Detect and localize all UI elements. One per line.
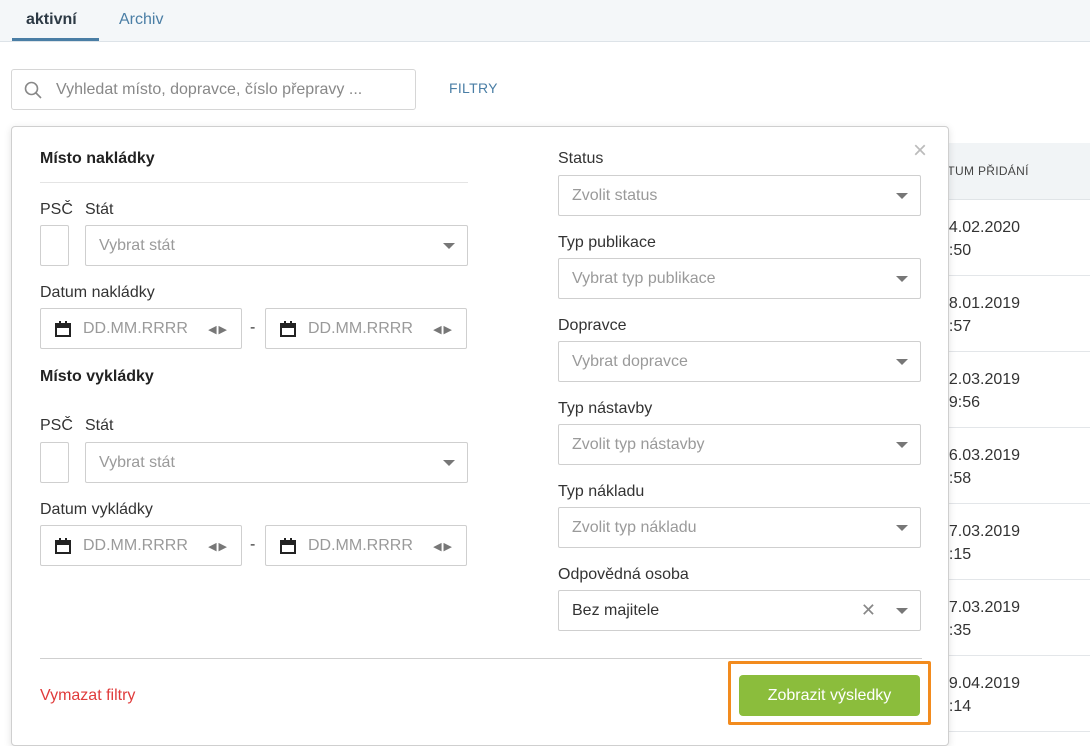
loading-date-label: Datum nakládky [40,284,155,301]
table-row[interactable]: 09.04.2019 3:14 [930,656,1090,732]
date-cell: 04.02.2020 1:50 [940,219,1021,259]
unloading-section-title: Místo vykládky [40,368,154,385]
date-cell: 22.03.2019 09:56 [940,371,1021,411]
filters-link[interactable]: FILTRY [449,80,498,96]
spinner-arrows-icon[interactable]: ◀▶ [433,540,454,553]
search-icon [24,81,42,104]
carrier-select[interactable]: Vybrat dopravce [558,341,921,382]
loading-section-title: Místo nakládky [40,150,155,167]
responsible-person-label: Odpovědná osoba [558,566,689,583]
divider [40,182,468,183]
results-table: ATUM PŘIDÁNÍ 04.02.2020 1:50 18.01.2019 4:… [930,143,1090,733]
carrier-label: Dopravce [558,317,627,334]
spinner-arrows-icon[interactable]: ◀▶ [208,540,229,553]
search-input[interactable] [54,70,409,109]
search-box[interactable] [11,69,416,110]
unloading-date-to[interactable]: DD.MM.RRRR ◀▶ [265,525,467,566]
date-cell: 27.03.2019 0:15 [940,523,1021,563]
filter-panel: × Místo nakládky PSČ Stát Vybrat stát Da… [11,126,949,746]
tab-archiv[interactable]: Archiv [105,0,177,41]
table-row[interactable]: 27.03.2019 0:15 [930,504,1090,580]
close-icon[interactable]: × [913,139,927,163]
calendar-icon [280,321,296,342]
table-row[interactable]: 22.03.2019 09:56 [930,352,1090,428]
date-separator: - [250,319,256,336]
clear-icon[interactable]: ✕ [861,600,876,621]
cargo-type-label: Typ nákladu [558,483,645,500]
status-label: Status [558,150,604,167]
select-placeholder: Zvolit status [572,187,658,204]
select-placeholder: Zvolit typ nástavby [572,436,705,453]
select-placeholder: Vybrat dopravce [572,353,688,370]
date-placeholder: DD.MM.RRRR [308,320,413,337]
unloading-psc-input[interactable] [40,442,69,483]
chevron-down-icon [896,442,908,448]
select-placeholder: Vybrat stát [99,237,175,254]
column-date-added[interactable]: ATUM PŘIDÁNÍ [940,164,1029,178]
publication-type-select[interactable]: Vybrat typ publikace [558,258,921,299]
footer-divider [40,658,922,659]
table-row[interactable]: 27.03.2019 2:35 [930,580,1090,656]
chevron-down-icon [443,460,455,466]
date-cell: 26.03.2019 4:58 [940,447,1021,487]
cargo-type-select[interactable]: Zvolit typ nákladu [558,507,921,548]
body-type-select[interactable]: Zvolit typ nástavby [558,424,921,465]
chevron-down-icon [896,193,908,199]
loading-date-to[interactable]: DD.MM.RRRR ◀▶ [265,308,467,349]
date-placeholder: DD.MM.RRRR [83,320,188,337]
table-header: ATUM PŘIDÁNÍ [930,143,1090,200]
table-row[interactable]: 26.03.2019 4:58 [930,428,1090,504]
loading-psc-label: PSČ [40,201,73,218]
date-placeholder: DD.MM.RRRR [308,537,413,554]
loading-country-select[interactable]: Vybrat stát [85,225,468,266]
calendar-icon [55,321,71,342]
loading-country-label: Stát [85,201,114,218]
date-separator: - [250,536,256,553]
calendar-icon [55,538,71,559]
calendar-icon [280,538,296,559]
status-select[interactable]: Zvolit status [558,175,921,216]
table-row[interactable]: 04.02.2020 1:50 [930,200,1090,276]
spinner-arrows-icon[interactable]: ◀▶ [433,323,454,336]
tab-aktivni[interactable]: aktivní [12,0,99,41]
chevron-down-icon [443,243,455,249]
loading-date-from[interactable]: DD.MM.RRRR ◀▶ [40,308,242,349]
unloading-country-select[interactable]: Vybrat stát [85,442,468,483]
chevron-down-icon [896,525,908,531]
select-placeholder: Zvolit typ nákladu [572,519,697,536]
chevron-down-icon [896,608,908,614]
date-cell: 27.03.2019 2:35 [940,599,1021,639]
table-row[interactable]: 18.01.2019 4:57 [930,276,1090,352]
tab-bar: aktivní Archiv [0,0,1090,42]
unloading-date-from[interactable]: DD.MM.RRRR ◀▶ [40,525,242,566]
select-value: Bez majitele [572,602,660,619]
responsible-person-select[interactable]: Bez majitele ✕ [558,590,921,631]
publication-type-label: Typ publikace [558,234,656,251]
select-placeholder: Vybrat typ publikace [572,270,716,287]
spinner-arrows-icon[interactable]: ◀▶ [208,323,229,336]
chevron-down-icon [896,276,908,282]
loading-psc-input[interactable] [40,225,69,266]
show-results-button[interactable]: Zobrazit výsledky [739,675,920,716]
select-placeholder: Vybrat stát [99,454,175,471]
date-cell: 18.01.2019 4:57 [940,295,1021,335]
unloading-psc-label: PSČ [40,417,73,434]
unloading-country-label: Stát [85,417,114,434]
date-cell: 09.04.2019 3:14 [940,675,1021,715]
date-placeholder: DD.MM.RRRR [83,537,188,554]
clear-filters-link[interactable]: Vymazat filtry [40,687,135,705]
chevron-down-icon [896,359,908,365]
unloading-date-label: Datum vykládky [40,501,153,518]
body-type-label: Typ nástavby [558,400,653,417]
